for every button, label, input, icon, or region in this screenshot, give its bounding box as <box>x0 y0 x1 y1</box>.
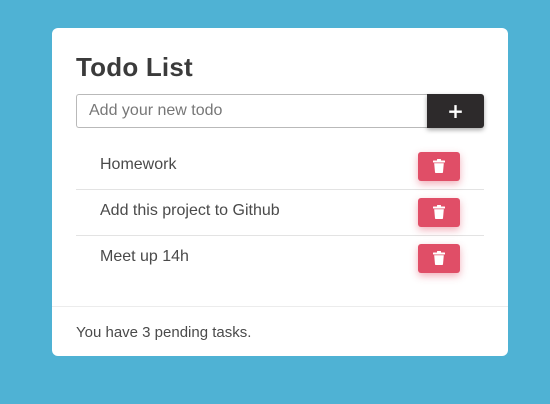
todo-text: Meet up 14h <box>100 248 189 265</box>
todo-text: Add this project to Github <box>100 202 280 219</box>
trash-icon <box>433 205 445 219</box>
trash-icon <box>433 159 445 173</box>
delete-todo-button[interactable] <box>418 152 460 181</box>
new-todo-input[interactable] <box>76 94 427 128</box>
todo-card: Todo List + Homework Add this project to… <box>52 28 508 356</box>
page-title: Todo List <box>76 52 193 82</box>
footer-divider <box>52 306 508 307</box>
add-todo-button[interactable]: + <box>427 94 484 128</box>
list-item: Add this project to Github <box>76 190 484 236</box>
list-item: Meet up 14h <box>76 236 484 282</box>
add-todo-form: + <box>76 94 484 128</box>
list-item: Homework <box>76 144 484 190</box>
delete-todo-button[interactable] <box>418 244 460 273</box>
todo-text: Homework <box>100 156 177 173</box>
trash-icon <box>433 251 445 265</box>
delete-todo-button[interactable] <box>418 198 460 227</box>
pending-tasks-count: You have 3 pending tasks. <box>76 324 252 341</box>
todo-list: Homework Add this project to Github Meet… <box>76 144 484 282</box>
